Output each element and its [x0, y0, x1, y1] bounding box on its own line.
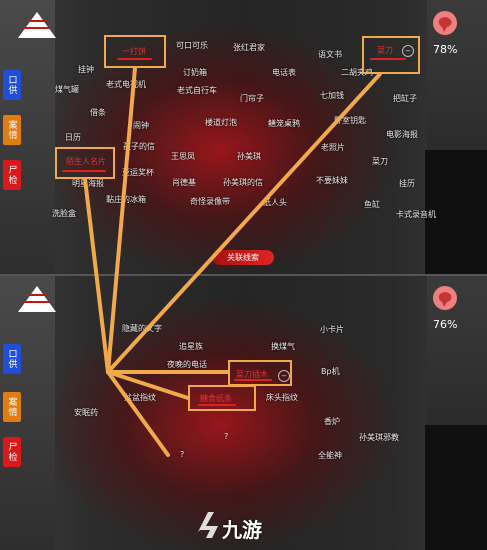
clue-phone-table[interactable]: 电话表 — [272, 67, 296, 78]
clue-wangsifeng[interactable]: 王思凤 — [171, 151, 195, 162]
clue-sleeping-pills[interactable]: 安眠药 — [74, 407, 98, 418]
clue-small-card[interactable]: 小卡片 — [320, 324, 344, 335]
link-clues-button[interactable]: 关联线索 — [212, 250, 274, 265]
clue-old-photo[interactable]: 老照片 — [321, 142, 345, 153]
red-underline — [117, 58, 152, 60]
tab-case[interactable]: 案情 — [3, 115, 21, 145]
clue-no-sister[interactable]: 不要妹妹 — [316, 175, 348, 186]
clue-iou[interactable]: 借条 — [90, 107, 106, 118]
clue-almighty-god[interactable]: 全能神 — [318, 450, 342, 461]
highlight-label-knife[interactable]: 菜刀 — [377, 45, 393, 56]
clue-gas-tank[interactable]: 煤气罐 — [55, 84, 79, 95]
clue-change-gas[interactable]: 换煤气 — [271, 341, 295, 352]
red-underline — [234, 379, 272, 381]
clue-unknown[interactable]: ? — [180, 450, 184, 459]
pyramid-icon[interactable] — [16, 284, 58, 314]
clue-basin-print[interactable]: 盆盆指纹 — [124, 392, 156, 403]
watermark-text: 九游 — [222, 518, 262, 542]
clue-corridor-bulb[interactable]: 楼道灯泡 — [205, 117, 237, 128]
clue-wall-calendar[interactable]: 挂历 — [399, 178, 415, 189]
clue-mug[interactable]: 把缸子 — [393, 93, 417, 104]
clue-clock[interactable]: 挂钟 — [78, 64, 94, 75]
highlight-label-candy-note[interactable]: 糖食纸条 — [200, 393, 232, 404]
minus-circle-icon[interactable]: − — [278, 370, 290, 382]
clue-fan[interactable]: 追星族 — [179, 341, 203, 352]
clue-calendar[interactable]: 日历 — [65, 132, 81, 143]
clue-cult[interactable]: 孙美琪邪教 — [359, 432, 399, 443]
clue-bedroom-key[interactable]: 卧室钥匙 — [334, 115, 366, 126]
clue-hidden-text[interactable]: 隐藏的文字 — [122, 323, 162, 334]
clue-old-tv[interactable]: 老式电视机 — [106, 79, 146, 90]
clue-alarm-clock[interactable]: 闹钟 — [133, 120, 149, 131]
clue-night-call[interactable]: 夜晚的电话 — [167, 359, 207, 370]
clue-asian-games-trophy[interactable]: 亚运奖杯 — [122, 167, 154, 178]
clue-wash-basin[interactable]: 洗脸盒 — [52, 208, 76, 219]
clue-fish-tank[interactable]: 鱼缸 — [364, 199, 380, 210]
clue-money[interactable]: 七加钱 — [320, 90, 344, 101]
tab-testimony[interactable]: 口供 — [3, 70, 21, 100]
red-underline — [198, 404, 236, 406]
pyramid-icon[interactable] — [16, 10, 58, 40]
clue-paper-head[interactable]: 纸人头 — [263, 197, 287, 208]
tab-case[interactable]: 案情 — [3, 392, 21, 422]
brain-sanity-icon — [433, 11, 457, 35]
clue-bedside-print[interactable]: 床头指纹 — [266, 392, 298, 403]
sanity-percent: 78% — [433, 43, 458, 56]
brain-sanity-icon — [433, 286, 457, 310]
clue-movie-poster[interactable]: 电影海报 — [386, 129, 418, 140]
clue-cola[interactable]: 可口可乐 — [176, 40, 208, 51]
clue-cassette-recorder[interactable]: 卡式录音机 — [396, 209, 436, 220]
clue-zhanghongjun[interactable]: 张红君家 — [233, 42, 265, 53]
tab-autopsy[interactable]: 尸检 — [3, 437, 21, 467]
clue-curtain[interactable]: 门帘子 — [240, 93, 264, 104]
minus-circle-icon[interactable]: − — [402, 45, 414, 57]
clue-chinese-book[interactable]: 语文书 — [318, 49, 342, 60]
red-underline — [370, 58, 406, 60]
clue-unknown[interactable]: ? — [224, 432, 228, 441]
clue-eel-cage[interactable]: 鳝笼桌鸦 — [268, 118, 300, 129]
red-underline — [62, 170, 106, 172]
clue-old-bicycle[interactable]: 老式自行车 — [177, 85, 217, 96]
highlight-label-card[interactable]: 陌生人名片 — [66, 156, 106, 167]
clue-xiaodeji[interactable]: 肖德基 — [172, 177, 196, 188]
clue-fridge[interactable]: 黏庄的冰箱 — [106, 194, 146, 205]
clue-child-letter[interactable]: 孩子的信 — [123, 141, 155, 152]
clue-sunmeiqi-letter[interactable]: 孙美琪的信 — [223, 177, 263, 188]
tab-testimony[interactable]: 口供 — [3, 344, 21, 374]
highlight-label-cake[interactable]: 一打饼 — [122, 46, 146, 57]
sanity-percent: 76% — [433, 318, 458, 331]
clue-sunmeiqi[interactable]: 孙美琪 — [237, 151, 261, 162]
panel-divider — [0, 274, 487, 276]
clue-star-poster[interactable]: 明星海报 — [72, 178, 104, 189]
clue-milk-box[interactable]: 订奶箱 — [183, 67, 207, 78]
clue-strange-tape[interactable]: 奇怪录像带 — [190, 196, 230, 207]
clue-incense-burner[interactable]: 香炉 — [324, 416, 340, 427]
clue-kitchen-knife[interactable]: 菜刀 — [372, 156, 388, 167]
shadow-block — [425, 425, 487, 550]
tab-autopsy[interactable]: 尸检 — [3, 160, 21, 190]
clue-pager[interactable]: Bp机 — [321, 366, 340, 377]
